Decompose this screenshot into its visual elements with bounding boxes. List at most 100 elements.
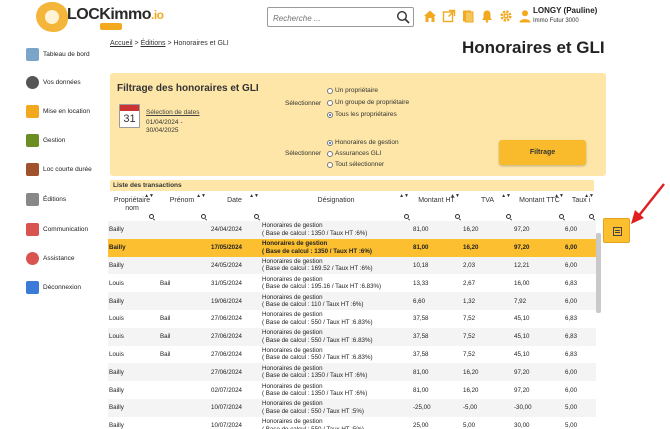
column-header-date[interactable]: ▲▼ Date bbox=[208, 193, 261, 220]
filter-button[interactable]: Filtrage bbox=[499, 140, 586, 165]
settings-gear-icon[interactable] bbox=[499, 9, 513, 23]
cell-tva: 7,52 bbox=[463, 315, 476, 323]
bell-icon[interactable] bbox=[480, 9, 494, 23]
table-row[interactable]: Bailly 24/05/2024 Honoraires de gestion( B… bbox=[108, 256, 596, 275]
owner-select-label: Sélectionner bbox=[285, 100, 322, 107]
cell-ht: 81,00 bbox=[413, 244, 429, 252]
cell-tva: 2,03 bbox=[463, 261, 476, 269]
home-icon[interactable] bbox=[423, 9, 437, 23]
date-range-end: 30/04/2025 bbox=[146, 127, 179, 134]
cell-nom: Louis bbox=[109, 279, 124, 287]
table-header: ▲▼ Propriétaire nom ▲▼ Prénom ▲▼ Date ▲▼ Dés… bbox=[108, 193, 596, 220]
red-arrow-annotation bbox=[631, 183, 665, 224]
column-search-icon[interactable] bbox=[455, 214, 460, 219]
radio-circle[interactable] bbox=[327, 87, 333, 94]
sidebar-item-label: Assistance bbox=[43, 255, 75, 262]
radio-tout-selectionner[interactable]: Tout sélectionner bbox=[327, 161, 384, 168]
column-header-taux[interactable]: ▲▼ Taux i bbox=[566, 193, 596, 220]
sidebar-item-communication[interactable]: Communication bbox=[26, 223, 88, 236]
column-header-montant-ttc[interactable]: ▲▼ Montant TTC bbox=[513, 193, 566, 220]
sidebar-item-deconnexion[interactable]: Déconnexion bbox=[26, 281, 81, 294]
radio-label: Un groupe de propriétaire bbox=[335, 99, 410, 106]
designation-line: Honoraires de gestion bbox=[262, 329, 323, 337]
date-selection-link[interactable]: Sélection de dates bbox=[146, 109, 199, 116]
cell-tva: 1,32 bbox=[463, 297, 476, 305]
radio-circle-checked[interactable] bbox=[327, 139, 333, 146]
cell-nom: Bailly bbox=[109, 244, 126, 252]
radio-circle-checked[interactable] bbox=[327, 111, 333, 118]
column-header-montant-ht[interactable]: ▲▼ Montant HT bbox=[411, 193, 462, 220]
column-search-icon[interactable] bbox=[404, 214, 409, 219]
user-account-icon[interactable] bbox=[518, 9, 532, 23]
radio-un-proprietaire[interactable]: Un propriétaire bbox=[327, 87, 378, 94]
breadcrumb-separator: > bbox=[134, 40, 139, 47]
column-search-icon[interactable] bbox=[254, 214, 259, 219]
table-row[interactable]: Louis Bail 27/06/2024 Honoraires de gestion… bbox=[108, 310, 596, 328]
column-header-tva[interactable]: ▲▼ TVA bbox=[462, 193, 513, 220]
table-row[interactable]: Bailly 19/06/2024 Honoraires de gestion( B… bbox=[108, 292, 596, 310]
page: LOCKimmo.io LONGY (Pauline) Immo Futur 3… bbox=[0, 0, 670, 429]
cell-prenom bbox=[160, 292, 206, 310]
cell-desc: Honoraires de gestion( Base de calcul : … bbox=[262, 346, 412, 364]
table-row[interactable]: Bailly 24/04/2024 Honoraires de gestion( B… bbox=[108, 221, 596, 239]
designation-basis: ( Base de calcul : 195.16 / Taux HT :6.8… bbox=[262, 283, 382, 291]
cell-ht: 25,00 bbox=[413, 422, 429, 429]
cell-tva: 16,20 bbox=[463, 226, 479, 234]
cell-prenom: Bail bbox=[160, 333, 171, 341]
sidebar-item-dashboard[interactable]: Tableau de bord bbox=[26, 48, 90, 61]
table-row[interactable]: Louis Bail 31/05/2024 Honoraires de gestion… bbox=[108, 274, 596, 292]
cell-taux: 6,00 bbox=[565, 226, 578, 234]
cell-ttc: 97,20 bbox=[514, 368, 530, 376]
radio-circle[interactable] bbox=[327, 99, 333, 106]
radio-groupe-proprietaire[interactable]: Un groupe de propriétaire bbox=[327, 99, 409, 106]
column-header-designation[interactable]: ▲▼ Désignation bbox=[261, 193, 411, 220]
cell-date: 17/05/2024 bbox=[211, 244, 242, 252]
column-search-icon[interactable] bbox=[201, 214, 206, 219]
sidebar-item-gestion[interactable]: Gestion bbox=[26, 134, 65, 147]
search-input[interactable] bbox=[268, 9, 388, 28]
sidebar-item-mise-en-location[interactable]: Mise en location bbox=[26, 105, 90, 118]
radio-label: Honoraires de gestion bbox=[335, 139, 399, 146]
table-row[interactable]: Bailly 02/07/2024 Honoraires de gestion( B… bbox=[108, 381, 596, 399]
table-row[interactable]: Bailly 17/05/2024 Honoraires de gestion( B… bbox=[108, 238, 596, 257]
designation-basis: ( Base de calcul : 110 / Taux HT :6%) bbox=[262, 301, 364, 309]
designation-line: Honoraires de gestion bbox=[262, 364, 323, 372]
lockimmo-logo[interactable]: LOCKimmo.io bbox=[30, 2, 164, 32]
sidebar-item-loc-courte-duree[interactable]: Loc courte durée bbox=[26, 163, 92, 176]
sidebar-item-editions[interactable]: Éditions bbox=[26, 193, 66, 206]
gestion-icon bbox=[26, 134, 39, 147]
sidebar-item-vos-donnees[interactable]: Vos données bbox=[26, 76, 81, 89]
radio-tous-proprietaires[interactable]: Tous les propriétaires bbox=[327, 111, 397, 118]
external-link-icon[interactable] bbox=[442, 9, 456, 23]
breadcrumb-home-link[interactable]: Accueil bbox=[110, 40, 133, 47]
column-search-icon[interactable] bbox=[506, 214, 511, 219]
cell-ht: 13,33 bbox=[413, 279, 429, 287]
cell-ht: 81,00 bbox=[413, 226, 429, 234]
cell-taux: 6,00 bbox=[565, 244, 578, 252]
column-header-prenom[interactable]: ▲▼ Prénom bbox=[156, 193, 208, 220]
table-scrollbar[interactable] bbox=[596, 233, 601, 313]
table-row[interactable]: Bailly 10/07/2024 Honoraires de gestion( B… bbox=[108, 399, 596, 417]
table-row[interactable]: Bailly 10/07/2024 Honoraires de gestion( B… bbox=[108, 417, 596, 429]
cell-prenom bbox=[160, 257, 206, 275]
sidebar-item-assistance[interactable]: Assistance bbox=[26, 252, 74, 265]
search-icon[interactable] bbox=[396, 10, 410, 24]
date-range: 01/04/2024 - 30/04/2025 bbox=[146, 119, 199, 135]
radio-honoraires-gestion[interactable]: Honoraires de gestion bbox=[327, 139, 399, 146]
table-row[interactable]: Louis Bail 27/06/2024 Honoraires de gestion… bbox=[108, 327, 596, 346]
column-search-icon[interactable] bbox=[149, 214, 154, 219]
radio-assurances-gli[interactable]: Assurances GLI bbox=[327, 150, 381, 157]
table-row[interactable]: Louis Bail 27/06/2024 Honoraires de gestion… bbox=[108, 346, 596, 364]
designation-basis: ( Base de calcul : 1350 / Taux HT :6%) bbox=[262, 247, 372, 255]
radio-circle[interactable] bbox=[327, 150, 333, 157]
breadcrumb-editions-link[interactable]: Éditions bbox=[141, 40, 166, 47]
documents-icon[interactable] bbox=[461, 9, 475, 23]
radio-circle[interactable] bbox=[327, 161, 333, 168]
calendar-icon[interactable]: 31 bbox=[119, 104, 140, 128]
cell-desc: Honoraires de gestion( Base de calcul : … bbox=[262, 363, 412, 381]
column-header-nom[interactable]: ▲▼ Propriétaire nom bbox=[108, 193, 156, 220]
column-search-icon[interactable] bbox=[559, 214, 564, 219]
table-row[interactable]: Bailly 27/06/2024 Honoraires de gestion( B… bbox=[108, 363, 596, 382]
column-search-icon[interactable] bbox=[589, 214, 594, 219]
designation-line: Honoraires de gestion bbox=[262, 400, 323, 408]
